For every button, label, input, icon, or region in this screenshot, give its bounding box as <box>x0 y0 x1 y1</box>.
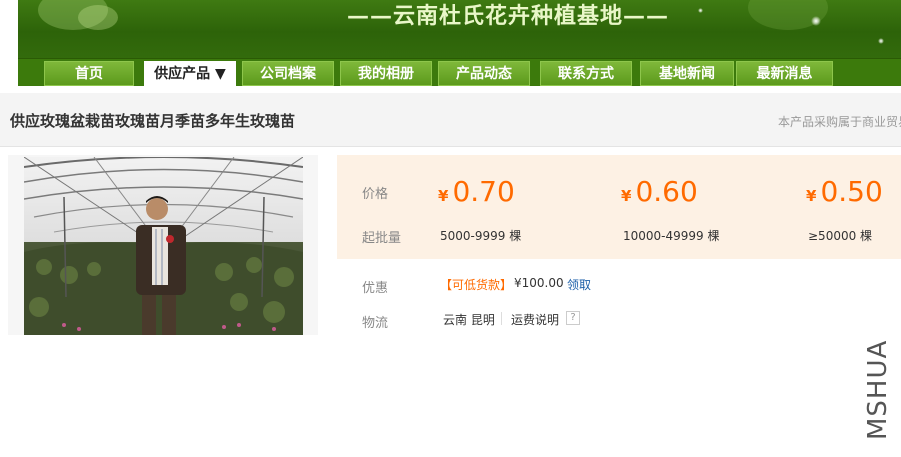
watermark-text: MSHUA <box>863 339 893 440</box>
ship-from-location: 云南 昆明 <box>443 313 495 327</box>
greenhouse-photo <box>24 157 303 335</box>
nav-product-news[interactable]: 产品动态 <box>438 61 530 86</box>
promotion-amount: ¥100.00 <box>514 276 564 290</box>
nav-home[interactable]: 首页 <box>44 61 134 86</box>
sparkle-decoration <box>811 16 821 26</box>
sparkle-decoration <box>698 8 703 13</box>
price-value: 0.70 <box>452 175 515 208</box>
currency-symbol: ¥ <box>621 187 632 205</box>
product-photo[interactable] <box>24 157 303 335</box>
site-title: ——云南杜氏花卉种植基地—— <box>346 3 669 29</box>
promotion-tag: 【可低货款】 <box>440 278 513 292</box>
nav-products-dropdown[interactable]: 供应产品 ▼ <box>144 61 236 87</box>
product-title: 供应玫瑰盆栽苗玫瑰苗月季苗多年生玫瑰苗 <box>10 112 296 130</box>
nav-contact[interactable]: 联系方式 <box>540 61 632 86</box>
shipping-info-link[interactable]: 运费说明 <box>511 311 559 328</box>
moq-label: 起批量 <box>362 231 402 246</box>
help-icon[interactable]: ? <box>566 311 580 325</box>
business-note: 本产品采购属于商业贸易 <box>778 115 901 129</box>
divider <box>501 312 502 325</box>
currency-symbol: ¥ <box>806 187 817 205</box>
currency-symbol: ¥ <box>438 187 449 205</box>
nav-company-profile[interactable]: 公司档案 <box>242 61 334 86</box>
leaf-decoration <box>78 5 118 30</box>
price-tier-1: ¥0.70 <box>438 175 515 208</box>
sparkle-decoration <box>878 38 884 44</box>
logistics-label: 物流 <box>362 316 389 331</box>
quantity-tier-3: ≥50000 棵 <box>808 229 873 243</box>
price-tier-3: ¥0.50 <box>806 175 883 208</box>
main-nav: 首页 供应产品 ▼ 公司档案 我的相册 产品动态 联系方式 基地新闻 最新消息 <box>18 58 901 87</box>
promotion-label: 优惠 <box>362 281 389 296</box>
claim-coupon-link[interactable]: 领取 <box>567 276 591 293</box>
product-page: ——云南杜氏花卉种植基地—— 首页 供应产品 ▼ 公司档案 我的相册 产品动态 … <box>0 0 901 457</box>
price-value: 0.50 <box>820 175 883 208</box>
nav-album[interactable]: 我的相册 <box>340 61 432 86</box>
product-title-bar: 供应玫瑰盆栽苗玫瑰苗月季苗多年生玫瑰苗 本产品采购属于商业贸易 <box>0 93 901 147</box>
nav-latest-news[interactable]: 最新消息 <box>736 61 833 86</box>
price-tier-2: ¥0.60 <box>621 175 698 208</box>
price-label: 价格 <box>362 187 389 202</box>
price-value: 0.60 <box>635 175 698 208</box>
quantity-tier-1: 5000-9999 棵 <box>440 229 522 243</box>
site-banner: ——云南杜氏花卉种植基地—— <box>18 0 901 58</box>
nav-base-news[interactable]: 基地新闻 <box>640 61 734 86</box>
quantity-tier-2: 10000-49999 棵 <box>623 229 720 243</box>
